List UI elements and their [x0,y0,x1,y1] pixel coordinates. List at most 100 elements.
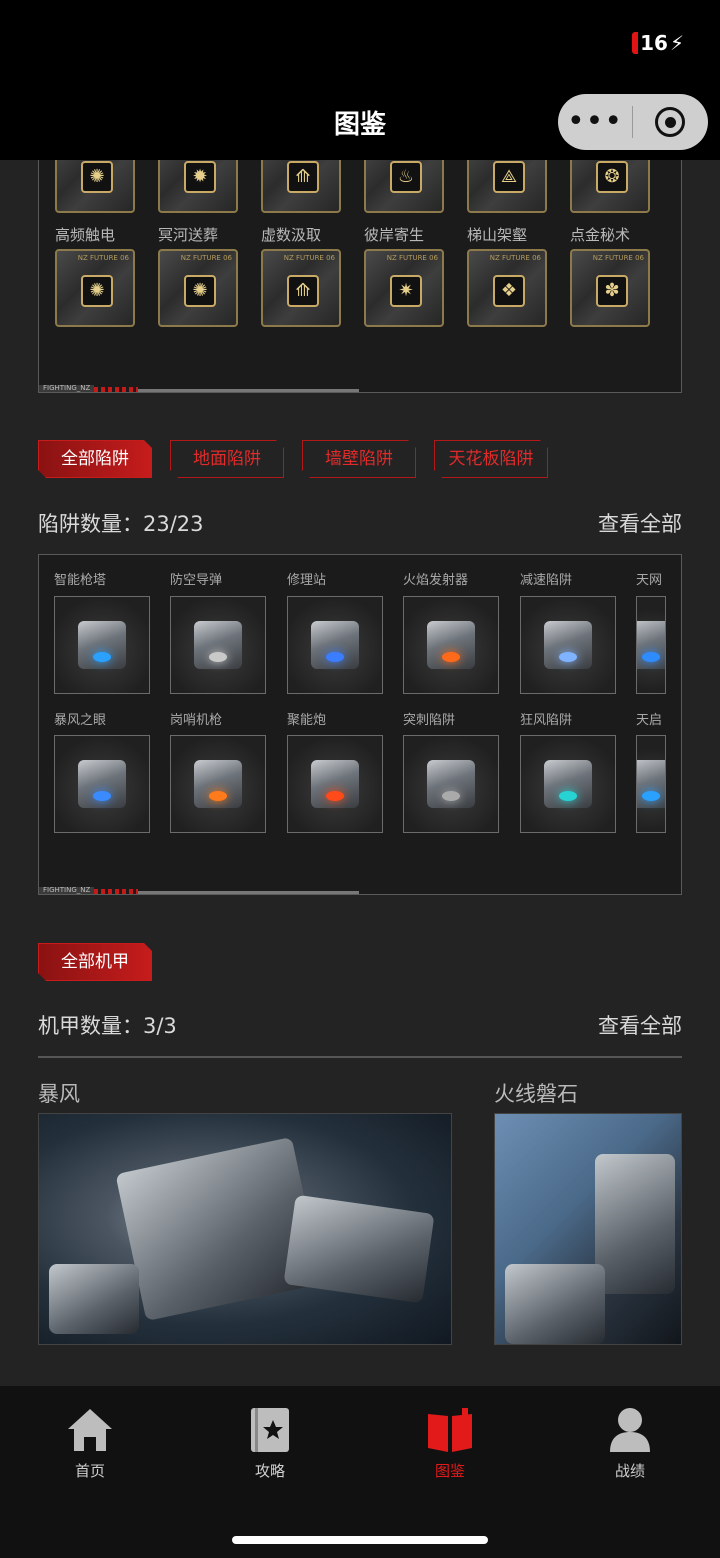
view-all-mechs-link[interactable]: 查看全部 [598,1010,682,1040]
close-mini-program-button[interactable] [633,107,707,137]
more-options-button[interactable]: ••• [558,94,632,150]
chip-emblem-icon: ❂ [596,161,628,193]
chip-emblem-icon: ❖ [493,275,525,307]
trap-grid-frame: FIGHTING_NZ 智能枪塔 防空导弹 修理站 火焰发射器 减速陷阱 天网 暴风之眼 岗哨… [38,554,682,895]
trap-tile[interactable] [170,735,266,833]
trap-glow [642,790,660,801]
mech-count: 机甲数量：3/3 [38,1014,177,1038]
chip-tile[interactable]: NZ FUTURE 06 ✷ [364,249,444,327]
trap-name: 岗哨机枪 [170,713,223,728]
chip-tile[interactable]: NZ FUTURE 06 ✺ [158,249,238,327]
tab-ground-traps[interactable]: 地面陷阱 [170,440,284,478]
home-indicator [232,1536,488,1544]
chip-emblem-icon: ⟰ [287,161,319,193]
trap-image [194,621,242,669]
trap-tile[interactable] [287,735,383,833]
tab-ceiling-traps[interactable]: 天花板陷阱 [434,440,548,478]
battery-indicator: 16 ⚡ [632,30,684,56]
trap-tile[interactable] [520,735,616,833]
tab-wall-traps[interactable]: 墙壁陷阱 [302,440,416,478]
trap-image [544,760,592,808]
chip-code: NZ FUTURE 06 [592,254,644,262]
trap-name: 狂风陷阱 [520,713,573,728]
trap-name: 减速陷阱 [520,573,573,588]
chip-name: 虚数汲取 [261,226,322,244]
trap-tile[interactable] [403,596,499,694]
chip-tile[interactable]: NZ FUTURE 06 ✽ [570,249,650,327]
trap-image [311,760,359,808]
mech-name: 火线磐石 [494,1082,578,1106]
frame-tag: FIGHTING_NZ [39,385,139,392]
chip-grid-frame: FIGHTING_NZ ✺ ✹ ⟰ ♨ ⟁ ❂ 高频触电 冥河送葬 虚数汲取 彼岸寄生 梯山架壑 点金… [38,120,682,393]
trap-image [427,621,475,669]
tab-all-mechs[interactable]: 全部机甲 [38,943,152,981]
trap-glow [559,790,577,801]
tabbar-item-guide[interactable]: 攻略 [220,1406,320,1481]
mini-program-capsule: ••• [558,94,708,150]
trap-image [311,621,359,669]
battery-level: 16 [640,31,668,55]
trap-name: 智能枪塔 [54,573,107,588]
chip-tile[interactable]: NZ FUTURE 06 ⟰ [261,249,341,327]
chip-code: NZ FUTURE 06 [386,254,438,262]
target-icon [655,107,685,137]
trap-tile[interactable] [170,596,266,694]
trap-tile[interactable] [54,596,150,694]
view-all-traps-link[interactable]: 查看全部 [598,508,682,538]
chip-name: 彼岸寄生 [364,226,425,244]
mech-card-image[interactable] [38,1113,452,1345]
trap-glow [326,790,344,801]
trap-image [637,621,665,669]
guide-book-icon [246,1406,294,1454]
chip-code: NZ FUTURE 06 [489,254,541,262]
chip-code: NZ FUTURE 06 [180,254,232,262]
trap-glow [93,651,111,662]
trap-name: 天网 [636,573,663,588]
chip-tile[interactable]: NZ FUTURE 06 ❖ [467,249,547,327]
chip-emblem-icon: ✺ [81,161,113,193]
trap-glow [642,651,660,662]
chip-emblem-icon: ✺ [184,275,216,307]
trap-name: 火焰发射器 [403,573,469,588]
chip-emblem-icon: ✹ [184,161,216,193]
battery-icon [632,32,639,54]
trap-tile[interactable] [403,735,499,833]
chip-emblem-icon: ⟰ [287,275,319,307]
trap-name: 暴风之眼 [54,713,107,728]
tabbar-item-record[interactable]: 战绩 [580,1406,680,1481]
trap-tile[interactable] [54,735,150,833]
chip-name: 冥河送葬 [158,226,219,244]
mech-card-image[interactable] [494,1113,682,1345]
tabbar-item-home[interactable]: 首页 [40,1406,140,1481]
trap-name: 修理站 [287,573,327,588]
tab-all-traps[interactable]: 全部陷阱 [38,440,152,478]
charging-icon: ⚡ [669,31,684,55]
mech-name: 暴风 [38,1082,80,1106]
top-bar: 16 ⚡ 图鉴 ••• [0,0,720,160]
chip-code: NZ FUTURE 06 [77,254,129,262]
tabbar-item-codex[interactable]: 图鉴 [400,1406,500,1481]
trap-tile[interactable] [636,596,666,694]
trap-image [78,621,126,669]
trap-name: 聚能炮 [287,713,327,728]
chip-name: 高频触电 [55,226,116,244]
trap-tile[interactable] [636,735,666,833]
chip-name: 点金秘术 [570,226,631,244]
trap-tile[interactable] [520,596,616,694]
trap-count: 陷阱数量：23/23 [38,512,204,536]
chip-emblem-icon: ♨ [390,161,422,193]
trap-name: 天启 [636,713,663,728]
trap-glow [442,790,460,801]
trap-tile[interactable] [287,596,383,694]
user-icon [606,1406,654,1454]
chip-tile[interactable]: NZ FUTURE 06 ✺ [55,249,135,327]
open-book-icon [426,1406,474,1454]
trap-image [427,760,475,808]
bottom-tab-bar: 首页 攻略 图鉴 战绩 [0,1386,720,1558]
trap-glow [442,651,460,662]
chip-emblem-icon: ✺ [81,275,113,307]
trap-name: 突刺陷阱 [403,713,456,728]
trap-glow [209,790,227,801]
trap-glow [209,651,227,662]
chip-emblem-icon: ⟁ [493,161,525,193]
